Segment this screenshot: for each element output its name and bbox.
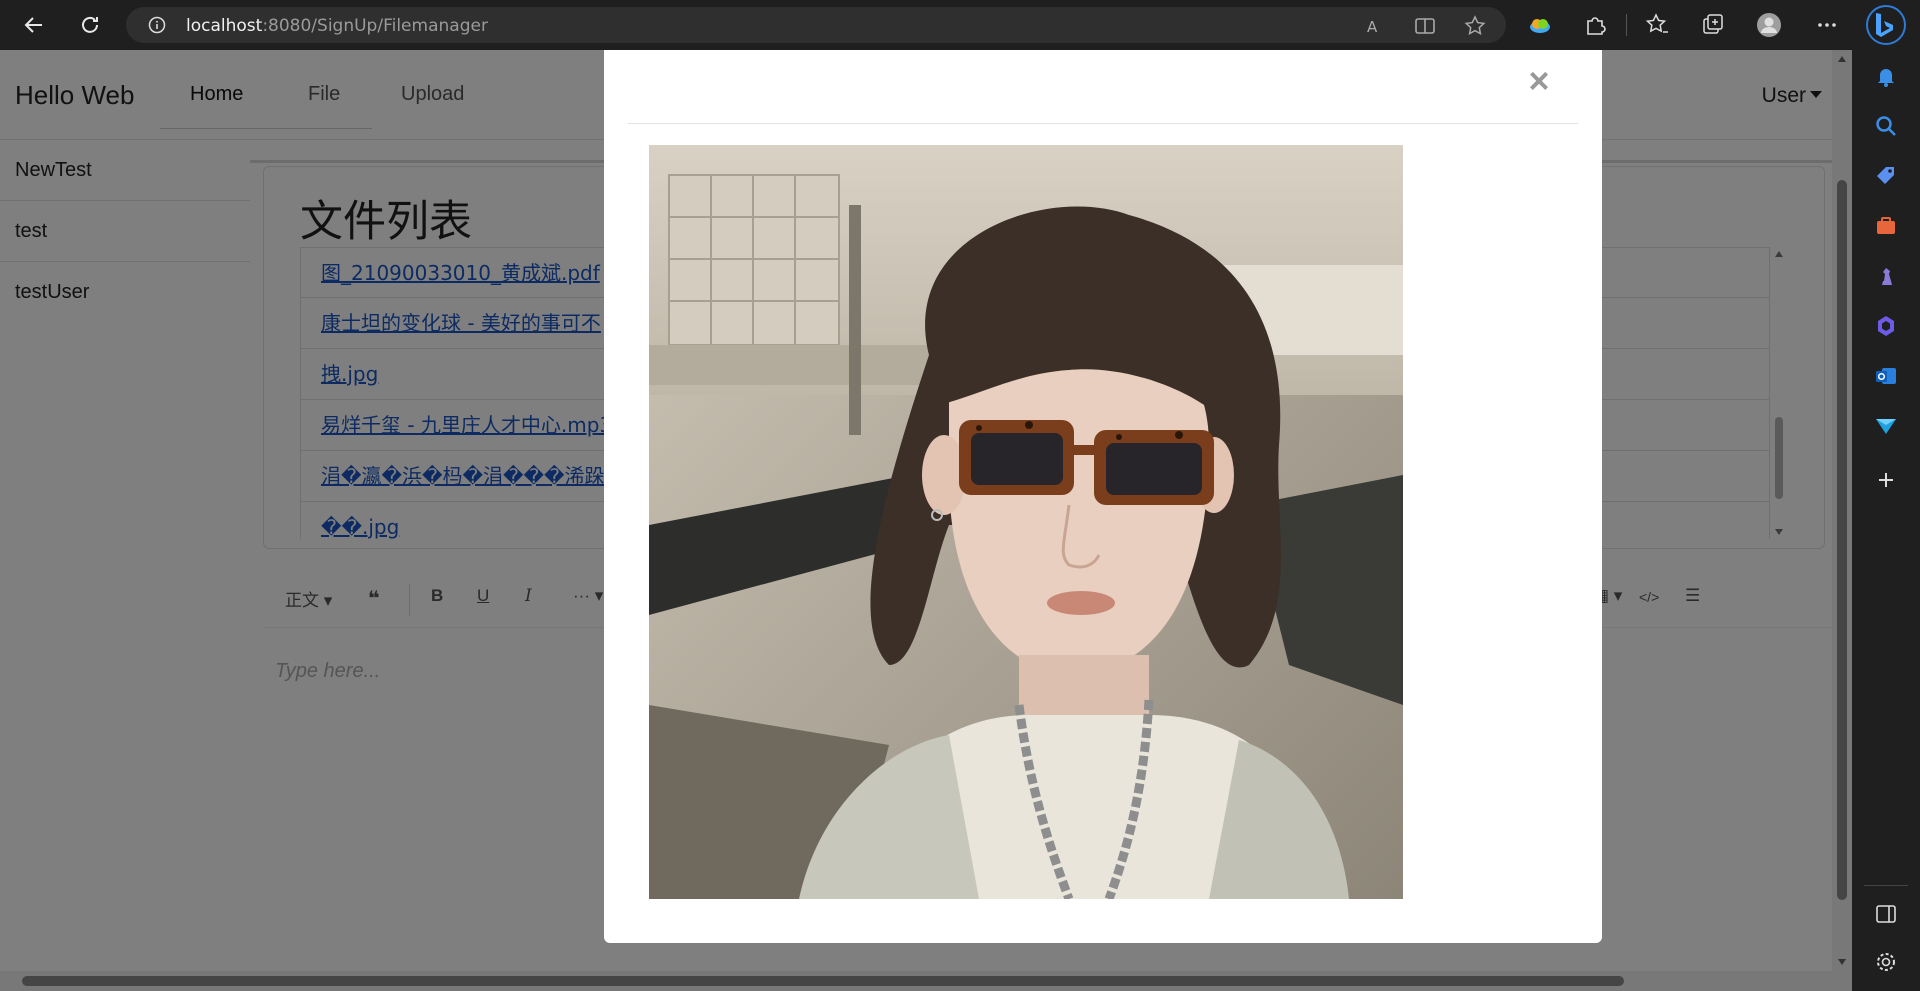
toolbar-separator (1626, 14, 1627, 36)
modal-header-divider (628, 123, 1578, 124)
notifications-bell-icon[interactable] (1874, 64, 1898, 88)
collections-icon[interactable] (1700, 12, 1726, 38)
edge-sidebar (1852, 50, 1920, 991)
add-plus-icon[interactable] (1874, 468, 1898, 492)
profile-avatar-icon[interactable] (1756, 12, 1782, 38)
bing-logo-icon (1876, 13, 1893, 37)
refresh-icon (82, 16, 98, 33)
address-bar[interactable]: localhost:8080/SignUp/Filemanager A (126, 7, 1506, 43)
games-chess-icon[interactable] (1874, 264, 1898, 288)
back-arrow-icon (24, 17, 42, 33)
microsoft-365-icon[interactable] (1874, 314, 1898, 338)
svg-text:A: A (1367, 18, 1378, 36)
send-paper-plane-icon[interactable] (1874, 414, 1898, 438)
refresh-button[interactable] (74, 10, 106, 40)
extension-cloud-icon[interactable] (1527, 12, 1553, 38)
page-viewport: Hello Web Home File Upload User NewTest … (0, 50, 1852, 991)
child-photo-illustration (649, 145, 1403, 899)
extensions-puzzle-icon[interactable] (1583, 12, 1609, 38)
favorites-icon[interactable] (1644, 12, 1670, 38)
image-preview-modal: × (604, 50, 1602, 943)
browser-toolbar: localhost:8080/SignUp/Filemanager A (0, 0, 1920, 50)
hide-sidebar-icon[interactable] (1874, 902, 1898, 926)
site-info-icon[interactable] (148, 16, 166, 34)
read-aloud-icon[interactable]: A (1364, 15, 1386, 37)
url-text: localhost:8080/SignUp/Filemanager (186, 16, 488, 36)
close-icon[interactable]: × (1522, 63, 1556, 99)
preview-image (649, 145, 1403, 899)
back-button[interactable] (18, 10, 50, 40)
bing-copilot-button[interactable] (1866, 5, 1906, 45)
more-options-icon[interactable] (1814, 12, 1840, 38)
search-icon[interactable] (1874, 114, 1898, 138)
favorite-star-icon[interactable] (1464, 15, 1486, 37)
shopping-tag-icon[interactable] (1874, 164, 1898, 188)
settings-gear-icon[interactable] (1874, 950, 1898, 974)
tools-briefcase-icon[interactable] (1874, 214, 1898, 238)
split-screen-icon[interactable] (1414, 15, 1436, 37)
outlook-icon[interactable] (1874, 364, 1898, 388)
edge-sidebar-divider (1864, 885, 1908, 886)
